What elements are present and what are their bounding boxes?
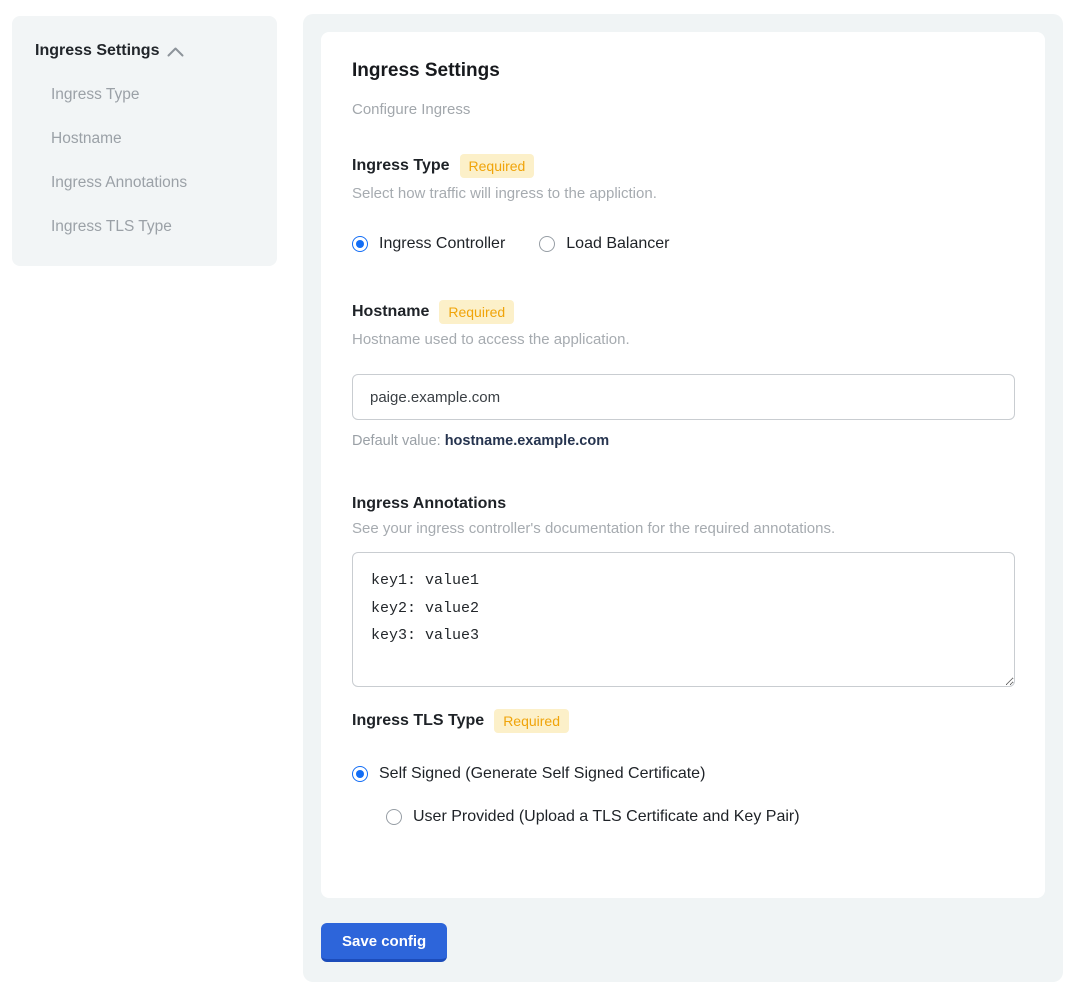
hostname-input[interactable] (352, 374, 1015, 420)
page-title: Ingress Settings (352, 60, 1014, 82)
radio-self-signed[interactable]: Self Signed (Generate Self Signed Certif… (352, 765, 1014, 783)
page-subtitle: Configure Ingress (352, 101, 1014, 118)
field-help-annotations: See your ingress controller's documentat… (352, 520, 1014, 537)
required-badge: Required (494, 709, 569, 733)
radio-user-provided-circle[interactable] (386, 809, 402, 825)
sidebar-item-hostname[interactable]: Hostname (51, 130, 257, 148)
sidebar-item-ingress-tls-type[interactable]: Ingress TLS Type (51, 218, 257, 236)
sidebar-item-ingress-type[interactable]: Ingress Type (51, 86, 257, 104)
field-group-hostname: Hostname Required Hostname used to acces… (352, 300, 1014, 449)
field-group-tls-type: Ingress TLS Type Required Self Signed (G… (352, 709, 1014, 826)
radio-load-balancer-circle[interactable] (539, 236, 555, 252)
required-badge: Required (460, 154, 535, 178)
radio-self-signed-circle[interactable] (352, 766, 368, 782)
field-group-ingress-type: Ingress Type Required Select how traffic… (352, 154, 1014, 253)
field-help-ingress-type: Select how traffic will ingress to the a… (352, 185, 1014, 202)
main-panel: Ingress Settings Configure Ingress Ingre… (303, 14, 1063, 982)
annotations-textarea[interactable]: key1: value1 key2: value2 key3: value3 (352, 552, 1015, 687)
radio-ingress-controller[interactable]: Ingress Controller (352, 235, 505, 253)
field-group-annotations: Ingress Annotations See your ingress con… (352, 495, 1014, 687)
radio-ingress-controller-circle[interactable] (352, 236, 368, 252)
settings-card: Ingress Settings Configure Ingress Ingre… (321, 32, 1045, 898)
field-label-hostname: Hostname (352, 303, 429, 321)
field-label-ingress-type: Ingress Type (352, 157, 450, 175)
radio-self-signed-label: Self Signed (Generate Self Signed Certif… (379, 765, 705, 783)
chevron-up-icon (167, 47, 184, 57)
sidebar-section-title: Ingress Settings (35, 42, 159, 60)
field-label-annotations: Ingress Annotations (352, 495, 506, 513)
tls-type-radio-group: Self Signed (Generate Self Signed Certif… (352, 765, 1014, 826)
radio-user-provided[interactable]: User Provided (Upload a TLS Certificate … (386, 808, 1014, 826)
required-badge: Required (439, 300, 514, 324)
default-value-note: Default value: hostname.example.com (352, 433, 1014, 449)
radio-ingress-controller-label: Ingress Controller (379, 235, 505, 253)
field-label-tls-type: Ingress TLS Type (352, 712, 484, 730)
field-help-hostname: Hostname used to access the application. (352, 331, 1014, 348)
page-layout: Ingress Settings Ingress Type Hostname I… (0, 0, 1090, 982)
sidebar-card: Ingress Settings Ingress Type Hostname I… (12, 16, 277, 266)
default-value-text: hostname.example.com (445, 433, 609, 449)
ingress-type-radio-group: Ingress Controller Load Balancer (352, 235, 1014, 253)
radio-user-provided-label: User Provided (Upload a TLS Certificate … (413, 808, 800, 826)
sidebar-nav: Ingress Type Hostname Ingress Annotation… (35, 86, 257, 236)
radio-load-balancer[interactable]: Load Balancer (539, 235, 669, 253)
sidebar-section-toggle[interactable]: Ingress Settings (35, 42, 257, 60)
radio-load-balancer-label: Load Balancer (566, 235, 669, 253)
save-config-button[interactable]: Save config (321, 923, 447, 962)
sidebar-item-ingress-annotations[interactable]: Ingress Annotations (51, 174, 257, 192)
default-value-prefix: Default value: (352, 433, 445, 449)
